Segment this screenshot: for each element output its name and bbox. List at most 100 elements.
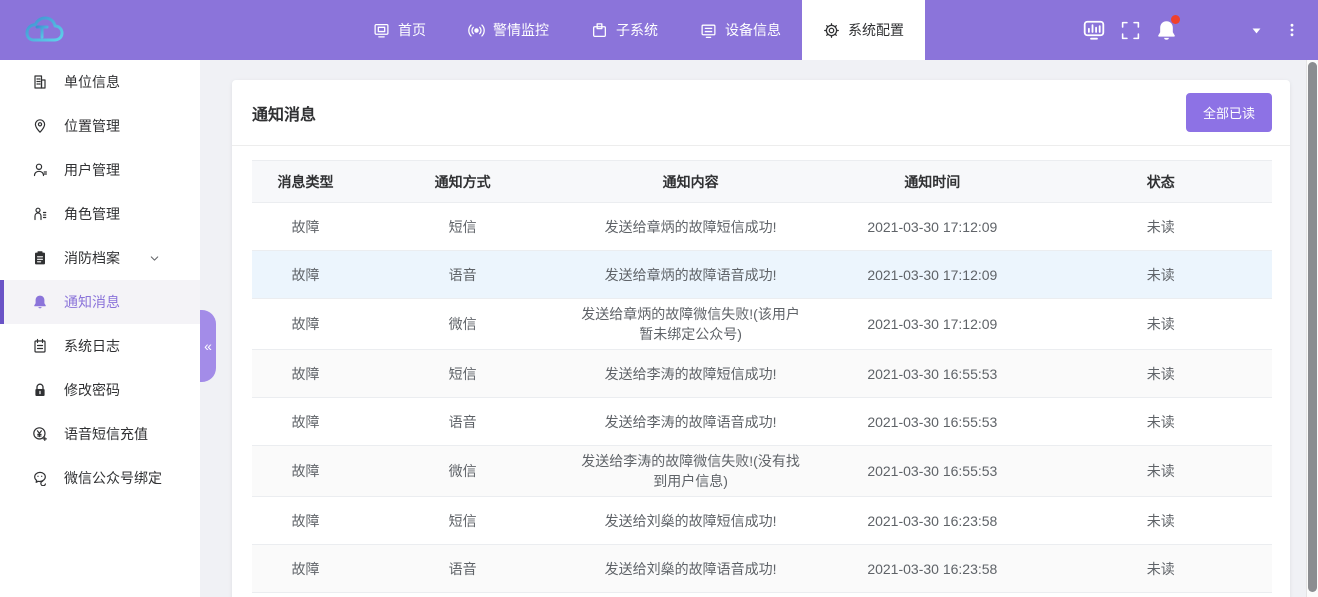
nav-item-system-config[interactable]: 系统配置 xyxy=(802,0,925,60)
sidebar-item-fire-archives[interactable]: 消防档案 xyxy=(0,236,200,280)
cell-status: 未读 xyxy=(1050,407,1272,437)
nav-item-device-info[interactable]: 设备信息 xyxy=(679,0,802,60)
sidebar-item-wechat-binding[interactable]: 微信公众号绑定 xyxy=(0,456,200,500)
nav-item-alarm-monitor[interactable]: 警情监控 xyxy=(447,0,570,60)
cell-method: 短信 xyxy=(359,506,566,536)
cell-content: 发送给李涛的故障微信失败!(没有找到用户信息) xyxy=(566,446,815,496)
archive-icon xyxy=(32,250,48,266)
column-header: 通知时间 xyxy=(815,167,1050,197)
table-row[interactable]: 故障短信发送给李涛的故障短信成功!2021-03-30 16:55:53未读 xyxy=(252,350,1272,398)
role-icon xyxy=(32,206,48,222)
cell-content: 发送给刘燊的故障语音成功! xyxy=(566,554,815,584)
cell-type: 故障 xyxy=(252,309,359,339)
cell-content: 发送给李涛的故障短信成功! xyxy=(566,359,815,389)
building-icon xyxy=(32,74,48,90)
sidebar-item-label: 单位信息 xyxy=(64,72,120,92)
cell-type: 故障 xyxy=(252,260,359,290)
chevron-down-icon xyxy=(148,252,161,265)
collapse-chevrons-icon: « xyxy=(204,338,212,354)
cell-status: 未读 xyxy=(1050,456,1272,486)
fullscreen-icon[interactable] xyxy=(1112,0,1148,60)
notification-card: 通知消息 全部已读 消息类型通知方式通知内容通知时间状态 故障短信发送给章炳的故… xyxy=(232,80,1290,597)
sidebar-item-system-log[interactable]: 系统日志 xyxy=(0,324,200,368)
recharge-icon xyxy=(32,426,48,442)
table-row[interactable]: 故障微信发送给章炳的故障微信失败!(该用户暂未绑定公众号)2021-03-30 … xyxy=(252,299,1272,350)
page-title: 通知消息 xyxy=(252,101,316,125)
nav-item-label: 系统配置 xyxy=(848,20,904,40)
table-row[interactable]: 故障语音发送给李涛的故障语音成功!2021-03-30 16:55:53未读 xyxy=(252,398,1272,446)
notification-bell-icon[interactable] xyxy=(1148,0,1184,60)
table-row[interactable]: 故障短信发送给章炳的故障短信成功!2021-03-30 17:12:09未读 xyxy=(252,203,1272,251)
cell-time: 2021-03-30 16:55:53 xyxy=(815,359,1050,389)
cell-method: 微信 xyxy=(359,456,566,486)
sidebar-item-voice-sms-recharge[interactable]: 语音短信充值 xyxy=(0,412,200,456)
sidebar-item-unit-info[interactable]: 单位信息 xyxy=(0,60,200,104)
dashboard-chart-icon[interactable] xyxy=(1076,0,1112,60)
cloud-logo-icon xyxy=(24,13,66,47)
nav-item-home[interactable]: 首页 xyxy=(352,0,447,60)
table-row[interactable]: 故障短信发送给刘燊的故障短信成功!2021-03-30 16:23:58未读 xyxy=(252,497,1272,545)
sidebar-item-label: 位置管理 xyxy=(64,116,120,136)
cell-type: 故障 xyxy=(252,456,359,486)
user-icon xyxy=(32,162,48,178)
sidebar-item-notifications[interactable]: 通知消息 xyxy=(0,280,200,324)
table-body: 故障短信发送给章炳的故障短信成功!2021-03-30 17:12:09未读故障… xyxy=(252,203,1272,593)
cell-status: 未读 xyxy=(1050,506,1272,536)
sidebar-item-role-mgmt[interactable]: 角色管理 xyxy=(0,192,200,236)
sidebar-item-label: 用户管理 xyxy=(64,160,120,180)
app-root: 首页警情监控子系统设备信息系统配置 单位信息位置管理用户管理角色管理消防档案通知… xyxy=(0,0,1318,597)
sidebar-item-label: 角色管理 xyxy=(64,204,120,224)
notification-badge xyxy=(1171,15,1180,24)
mark-all-read-button[interactable]: 全部已读 xyxy=(1186,93,1272,132)
table-header-row: 消息类型通知方式通知内容通知时间状态 xyxy=(252,161,1272,203)
cell-method: 短信 xyxy=(359,359,566,389)
table-row[interactable]: 故障微信发送给李涛的故障微信失败!(没有找到用户信息)2021-03-30 16… xyxy=(252,446,1272,497)
location-icon xyxy=(32,118,48,134)
cell-content: 发送给李涛的故障语音成功! xyxy=(566,407,815,437)
notification-table: 消息类型通知方式通知内容通知时间状态 故障短信发送给章炳的故障短信成功!2021… xyxy=(252,160,1272,593)
table-row[interactable]: 故障语音发送给章炳的故障语音成功!2021-03-30 17:12:09未读 xyxy=(252,251,1272,299)
sidebar-item-label: 语音短信充值 xyxy=(64,424,148,444)
log-icon xyxy=(32,338,48,354)
top-header: 首页 警情监控子系统 设备信息 系统配置 xyxy=(0,0,1318,60)
cell-content: 发送给章炳的故障语音成功! xyxy=(566,260,815,290)
sidebar-collapse-button[interactable]: « xyxy=(200,310,216,382)
cell-content: 发送给刘燊的故障短信成功! xyxy=(566,506,815,536)
sidebar-item-location-mgmt[interactable]: 位置管理 xyxy=(0,104,200,148)
subsystem-icon xyxy=(591,22,608,39)
cell-content: 发送给章炳的故障短信成功! xyxy=(566,212,815,242)
page-scrollbar[interactable] xyxy=(1306,60,1318,597)
lock-icon xyxy=(32,382,48,398)
gear-icon xyxy=(823,22,840,39)
more-vertical-icon[interactable] xyxy=(1274,0,1310,60)
sidebar-item-label: 消防档案 xyxy=(64,248,120,268)
nav-item-label: 首页 xyxy=(398,20,426,40)
nav-item-subsystem[interactable]: 子系统 xyxy=(570,0,679,60)
table-row[interactable]: 故障语音发送给刘燊的故障语音成功!2021-03-30 16:23:58未读 xyxy=(252,545,1272,593)
sidebar-item-label: 微信公众号绑定 xyxy=(64,468,162,488)
cell-status: 未读 xyxy=(1050,260,1272,290)
sidebar-item-change-password[interactable]: 修改密码 xyxy=(0,368,200,412)
header-actions xyxy=(1076,0,1310,60)
scrollbar-thumb[interactable] xyxy=(1308,62,1317,592)
cell-type: 故障 xyxy=(252,359,359,389)
cell-method: 语音 xyxy=(359,260,566,290)
cell-status: 未读 xyxy=(1050,359,1272,389)
cell-type: 故障 xyxy=(252,554,359,584)
cell-time: 2021-03-30 17:12:09 xyxy=(815,309,1050,339)
alarm-icon xyxy=(468,22,485,39)
card-header: 通知消息 全部已读 xyxy=(232,80,1290,146)
caret-down-icon[interactable] xyxy=(1238,0,1274,60)
sidebar-item-user-mgmt[interactable]: 用户管理 xyxy=(0,148,200,192)
cell-time: 2021-03-30 16:55:53 xyxy=(815,407,1050,437)
main-area: 通知消息 全部已读 消息类型通知方式通知内容通知时间状态 故障短信发送给章炳的故… xyxy=(200,60,1306,597)
sidebar-item-label: 修改密码 xyxy=(64,380,120,400)
cell-type: 故障 xyxy=(252,407,359,437)
cell-status: 未读 xyxy=(1050,309,1272,339)
column-header: 状态 xyxy=(1050,167,1272,197)
sidebar: 单位信息位置管理用户管理角色管理消防档案通知消息系统日志修改密码语音短信充值微信… xyxy=(0,60,200,597)
nav-item-label: 设备信息 xyxy=(725,20,781,40)
column-header: 通知方式 xyxy=(359,167,566,197)
cell-method: 微信 xyxy=(359,309,566,339)
column-header: 通知内容 xyxy=(566,167,815,197)
